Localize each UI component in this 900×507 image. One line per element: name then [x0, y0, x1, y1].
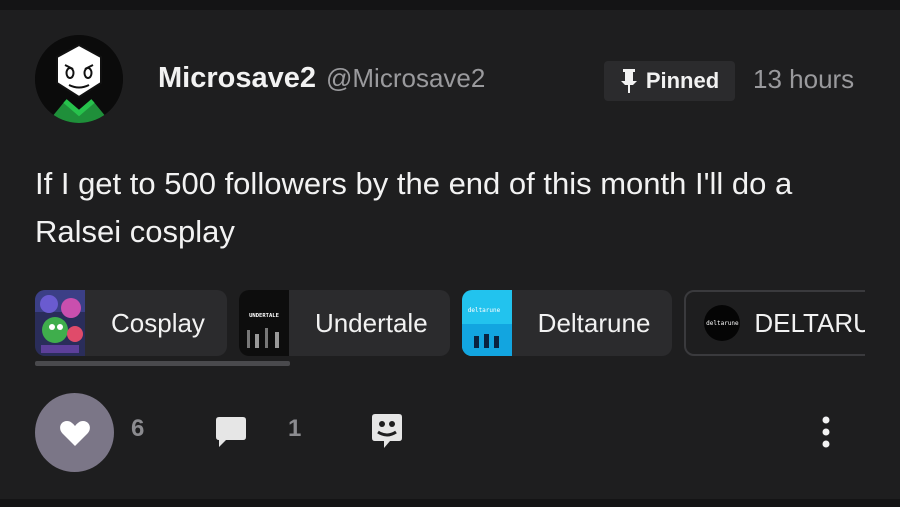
more-vertical-icon: [822, 416, 830, 448]
avatar-image: [35, 35, 123, 123]
heart-icon: [59, 420, 90, 446]
pin-icon: [620, 69, 637, 93]
more-button[interactable]: [816, 412, 836, 452]
tag-thumbnail: UNDERTALE: [238, 290, 289, 356]
tag-label: DELTARUNE: [754, 307, 865, 338]
tag-thumbnail-text: UNDERTALE: [249, 313, 279, 319]
tag-thumbnail-text: deltarune: [467, 307, 500, 314]
post-body: If I get to 500 followers by the end of …: [35, 166, 793, 249]
author-info: Microsave2 @Microsave2: [158, 62, 485, 102]
tag-thumbnail: [35, 290, 85, 356]
tag-label: Undertale: [314, 307, 428, 338]
pinned-label: Pinned: [645, 68, 720, 93]
tag-thumbnail-text: deltarune: [706, 319, 739, 327]
pinned-badge: Pinned: [604, 61, 735, 101]
comment-count: 1: [288, 415, 302, 442]
comment-button[interactable]: [214, 414, 248, 450]
tags-scrollbar[interactable]: [35, 361, 290, 366]
tag-cosplay[interactable]: Cosplay: [35, 290, 227, 356]
post-timestamp: 13 hours: [753, 64, 855, 94]
author-handle[interactable]: @Microsave2: [326, 63, 485, 94]
like-button[interactable]: [35, 393, 114, 472]
avatar[interactable]: [35, 35, 123, 123]
tag-thumbnail: deltarune: [704, 305, 741, 341]
top-bar: [0, 0, 900, 10]
reblog-icon: [372, 414, 402, 448]
comment-icon: [216, 417, 246, 447]
tag-undertale[interactable]: UNDERTALE Undertale: [238, 290, 450, 356]
tags-scroller[interactable]: Cosplay UNDERTALE Undertale deltarune De…: [35, 290, 865, 358]
reblog-button[interactable]: [370, 412, 404, 450]
like-count: 6: [131, 415, 145, 442]
tag-label: Cosplay: [111, 307, 205, 338]
bottom-bar: [0, 499, 900, 507]
tag-deltarune[interactable]: deltarune Deltarune: [461, 290, 673, 356]
author-name[interactable]: Microsave2: [158, 62, 316, 95]
tag-deltarune-caps[interactable]: deltarune DELTARUNE: [684, 290, 865, 356]
tag-label: Deltarune: [537, 307, 651, 338]
tag-thumbnail: deltarune: [461, 290, 512, 356]
